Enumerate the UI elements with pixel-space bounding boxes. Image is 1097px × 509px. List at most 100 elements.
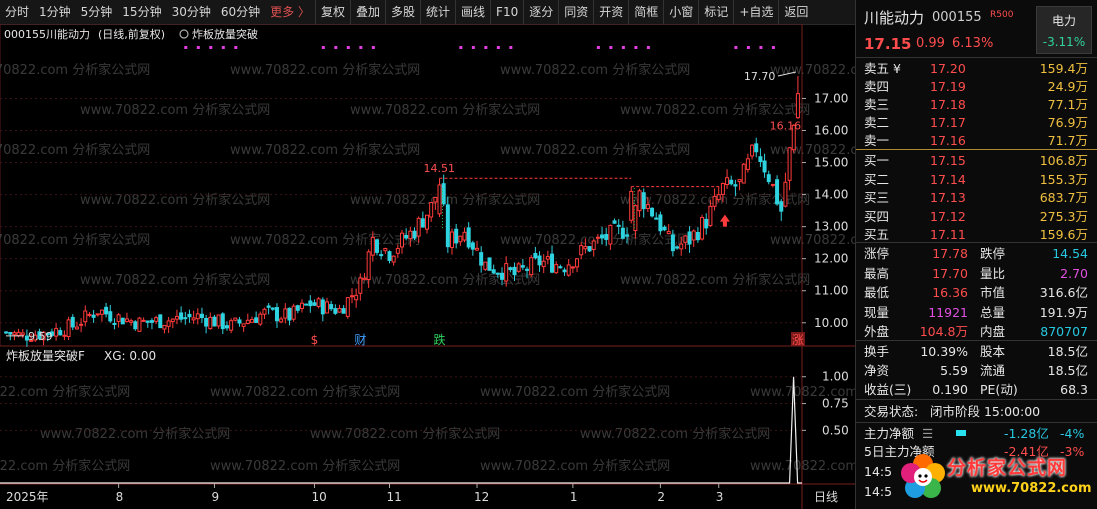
toolbar-item[interactable]: 分时 [0, 0, 34, 24]
candle-body [512, 266, 517, 276]
candle-body [558, 266, 563, 269]
watermark-text: www.70822.com 分析家公式网 [210, 458, 400, 474]
watermark-text: www.70822.com 分析家公式网 [620, 102, 810, 118]
candle-body [174, 315, 179, 320]
candle-body [600, 234, 605, 239]
watermark-text: www.70822.com 分析家公式网 [230, 142, 420, 158]
settings-icon[interactable] [179, 29, 189, 39]
watermark-text: www.70822.com 分析家公式网 [0, 142, 150, 158]
toolbar-item[interactable]: 30分钟 [167, 0, 216, 24]
signal-dot [596, 46, 600, 49]
toolbar-item[interactable]: 15分钟 [117, 0, 166, 24]
candle-body [658, 214, 663, 232]
kline-chart[interactable]: 000155川能动力 (日线,前复权) 炸板放量突破 www.70822.com 分析… [0, 24, 855, 509]
signal-dot [646, 46, 650, 49]
candle-body [212, 316, 217, 327]
toolbar-item[interactable]: 开资 [593, 0, 628, 24]
bid-price: 17.15 [930, 153, 966, 168]
toolbar-item[interactable]: 标记 [698, 0, 733, 24]
toolbar-item[interactable]: 返回 [778, 0, 813, 24]
candle-body [675, 246, 680, 249]
toolbar-item[interactable]: 同资 [558, 0, 593, 24]
trade-status-label: 交易状态: [864, 404, 919, 419]
candle-body [8, 331, 13, 335]
finance-value: 10.39% [920, 344, 968, 359]
finance-label: 换手 [864, 344, 890, 359]
bid-label: 买二 [864, 171, 890, 187]
candle-body [404, 234, 409, 239]
toolbar-item[interactable]: 小窗 [663, 0, 698, 24]
candle-body [66, 319, 71, 337]
candle-body [666, 231, 671, 235]
candle-body [500, 272, 505, 280]
flow-bar [956, 430, 966, 436]
y-tick-label: 10.00 [814, 316, 848, 330]
toolbar-item[interactable]: 统计 [420, 0, 455, 24]
candle-body [550, 253, 555, 273]
signal-dot [234, 46, 238, 49]
toolbar-item[interactable]: 5分钟 [76, 0, 118, 24]
toolbar-item[interactable]: 1分钟 [34, 0, 76, 24]
candle-body [587, 246, 592, 252]
candle-body [504, 263, 509, 282]
ask-label: 卖五 ¥ [864, 61, 901, 76]
toolbar-item[interactable]: F10 [490, 0, 523, 24]
bid-price: 17.14 [930, 171, 966, 187]
candle-body [641, 192, 646, 210]
candle-body [591, 240, 596, 250]
stat-value: 104.8万 [919, 324, 968, 339]
finance-label: 收益(三) [864, 382, 912, 397]
signal-dot [746, 46, 750, 49]
ask-volume: 24.9万 [1047, 79, 1088, 94]
signal-dot [509, 46, 513, 49]
toolbar-item[interactable]: 更多 〉 [265, 0, 315, 24]
candle-body [241, 323, 246, 327]
event-marker: 财 [354, 333, 366, 347]
toolbar-item[interactable]: 60分钟 [216, 0, 265, 24]
signal-dot [196, 46, 200, 49]
candle-body [687, 231, 692, 245]
toolbar-item[interactable]: 逐分 [523, 0, 558, 24]
finance-row: 收益(三) 0.190 PE(动) 68.3 [864, 380, 1090, 399]
watermark-text: www.70822.com 分析家公式网 [770, 232, 855, 248]
chart-mode: (日线,前复权) [98, 27, 165, 41]
indicator-y-tick-label: 1.00 [822, 370, 849, 384]
candle-body [783, 181, 788, 207]
stock-name: 川能动力 [864, 9, 925, 27]
period-toolbar: 分时 1分钟 5分钟 15分钟 30分钟 60分钟 更多 〉复权 叠加 多股 统计 画线 F10 逐分同… [0, 0, 855, 25]
watermark-text: www.70822.com 分析家公式网 [0, 232, 150, 248]
candle-body [604, 233, 609, 240]
finance-value: 0.190 [932, 382, 968, 397]
candle-body [537, 255, 542, 266]
candle-body [483, 261, 488, 270]
candle-body [295, 305, 300, 311]
toolbar-item[interactable]: 画线 [455, 0, 490, 24]
candle-body [358, 277, 363, 294]
ask-volume: 71.7万 [1047, 133, 1088, 148]
finance-label: PE(动) [980, 382, 1018, 397]
toolbar-item[interactable]: 简框 [628, 0, 663, 24]
candle-body [195, 313, 200, 320]
candle-body [341, 308, 346, 314]
main-flow-pct: -4% [1060, 426, 1085, 441]
stat-label: 最低 [864, 285, 890, 300]
watermark-text: www.70822.com 分析家公式网 [480, 458, 670, 474]
quote-panel: 川能动力 000155 R500 电力 -3.11% 17.15 0.99 6.… [855, 0, 1097, 509]
stat-value: 17.70 [932, 265, 968, 281]
toolbar-item[interactable]: 叠加 [349, 0, 385, 24]
stat-label: 现量 [864, 304, 890, 320]
candle-body [650, 207, 655, 217]
candle-body [158, 314, 163, 329]
bid-price: 17.13 [930, 190, 966, 205]
candle-body [766, 174, 771, 183]
list-icon[interactable]: ☰ [922, 424, 933, 443]
candle-body [320, 299, 325, 315]
period-label: 日线 [814, 490, 838, 504]
candle-body [741, 163, 746, 184]
ask-label: 卖一 [864, 133, 890, 148]
toolbar-item[interactable]: 复权 [314, 0, 350, 24]
toolbar-item[interactable]: 多股 [385, 0, 420, 24]
candle-body [70, 316, 75, 328]
watermark-text: www.70822.com 分析家公式网 [80, 102, 270, 118]
toolbar-item[interactable]: +自选 [733, 0, 778, 24]
